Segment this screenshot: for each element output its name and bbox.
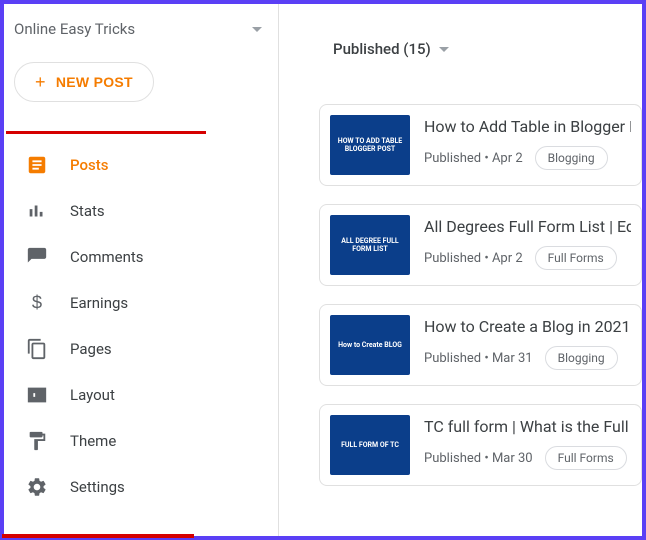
svg-text:$: $ — [32, 292, 42, 313]
post-status: Published • Apr 2 — [424, 251, 523, 266]
plus-icon: + — [35, 73, 46, 91]
post-thumbnail: ALL DEGREE FULL FORM LIST — [330, 215, 410, 275]
layout-icon — [26, 384, 48, 406]
posts-icon — [26, 154, 48, 176]
sidebar-item-label: Posts — [70, 156, 108, 174]
pages-icon — [26, 338, 48, 360]
sidebar-item-label: Layout — [70, 386, 115, 404]
stats-icon — [26, 200, 48, 222]
post-tag[interactable]: Blogging — [535, 146, 608, 170]
sidebar-item-label: Earnings — [70, 294, 128, 312]
sidebar-item-label: Settings — [70, 478, 125, 496]
sidebar-item-earnings[interactable]: $ Earnings — [4, 280, 278, 326]
settings-icon — [26, 476, 48, 498]
earnings-icon: $ — [26, 292, 48, 314]
post-tag[interactable]: Full Forms — [545, 446, 627, 470]
blog-name: Online Easy Tricks — [14, 20, 135, 38]
sidebar: Online Easy Tricks + NEW POST Posts Stat… — [4, 4, 279, 536]
chevron-down-icon — [252, 27, 262, 32]
post-thumbnail: FULL FORM OF TC — [330, 415, 410, 475]
post-tag[interactable]: Full Forms — [535, 246, 617, 270]
sidebar-item-pages[interactable]: Pages — [4, 326, 278, 372]
post-thumbnail: HOW TO ADD TABLE BLOGGER POST — [330, 115, 410, 175]
sidebar-item-label: Theme — [70, 432, 116, 450]
main-content: Published (15) HOW TO ADD TABLE BLOGGER … — [279, 4, 642, 536]
post-info: How to Create a Blog in 2021 | Blogger P… — [424, 315, 631, 370]
chevron-down-icon — [439, 47, 449, 52]
post-title: TC full form | What is the Full form — [424, 417, 631, 436]
sidebar-item-comments[interactable]: Comments — [4, 234, 278, 280]
sidebar-item-settings[interactable]: Settings — [4, 464, 278, 510]
post-status: Published • Apr 2 — [424, 151, 523, 166]
new-post-label: NEW POST — [56, 74, 133, 90]
new-post-button[interactable]: + NEW POST — [14, 62, 154, 102]
theme-icon — [26, 430, 48, 452]
sidebar-item-theme[interactable]: Theme — [4, 418, 278, 464]
post-thumbnail: How to Create BLOG — [330, 315, 410, 375]
sidebar-item-stats[interactable]: Stats — [4, 188, 278, 234]
post-meta: Published • Mar 31 Blogging — [424, 346, 631, 370]
post-card[interactable]: HOW TO ADD TABLE BLOGGER POST How to Add… — [319, 104, 642, 186]
sidebar-item-label: Stats — [70, 202, 105, 220]
sidebar-item-layout[interactable]: Layout — [4, 372, 278, 418]
post-status: Published • Mar 31 — [424, 351, 533, 366]
sidebar-item-label: Comments — [70, 248, 144, 266]
post-card[interactable]: ALL DEGREE FULL FORM LIST All Degrees Fu… — [319, 204, 642, 286]
post-title: How to Add Table in Blogger Post — [424, 117, 631, 136]
comments-icon — [26, 246, 48, 268]
sidebar-item-posts[interactable]: Posts — [4, 142, 278, 188]
annotation-line — [2, 534, 194, 538]
annotation-line — [6, 131, 206, 134]
post-tag[interactable]: Blogging — [545, 346, 618, 370]
post-card[interactable]: How to Create BLOG How to Create a Blog … — [319, 304, 642, 386]
post-status: Published • Mar 30 — [424, 451, 533, 466]
filter-label: Published (15) — [333, 40, 431, 58]
post-title: All Degrees Full Form List | Education — [424, 217, 631, 236]
blog-selector[interactable]: Online Easy Tricks — [4, 12, 278, 52]
post-meta: Published • Apr 2 Full Forms — [424, 246, 631, 270]
post-info: How to Add Table in Blogger Post Publish… — [424, 115, 631, 170]
post-card[interactable]: FULL FORM OF TC TC full form | What is t… — [319, 404, 642, 486]
sidebar-item-label: Pages — [70, 340, 112, 358]
post-meta: Published • Mar 30 Full Forms — [424, 446, 631, 470]
post-info: TC full form | What is the Full form Pub… — [424, 415, 631, 470]
post-meta: Published • Apr 2 Blogging — [424, 146, 631, 170]
post-title: How to Create a Blog in 2021 | Blogger — [424, 317, 631, 336]
posts-list: HOW TO ADD TABLE BLOGGER POST How to Add… — [279, 104, 642, 486]
post-info: All Degrees Full Form List | Education P… — [424, 215, 631, 270]
sidebar-nav: Posts Stats Comments $ Earnings — [4, 120, 278, 510]
post-filter-dropdown[interactable]: Published (15) — [279, 40, 642, 58]
